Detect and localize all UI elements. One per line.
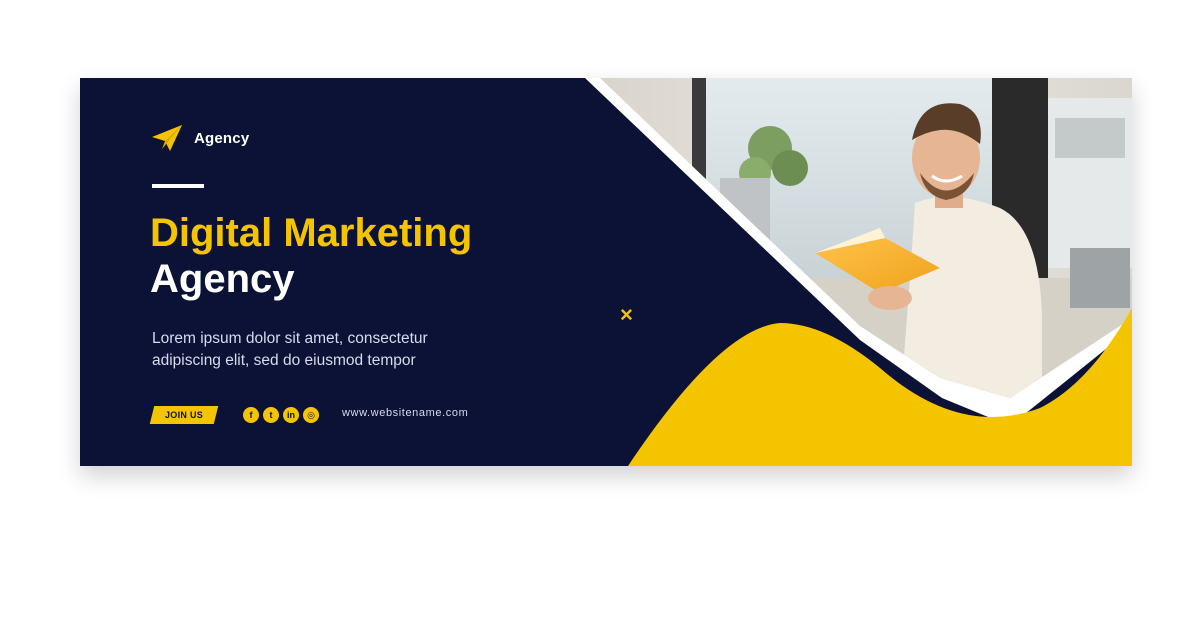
description: Lorem ipsum dolor sit amet, consectetur … xyxy=(152,328,512,372)
join-us-label: JOIN US xyxy=(164,410,204,420)
paper-plane-icon xyxy=(150,123,184,153)
headline-line-2: Agency xyxy=(150,257,295,301)
brand-name: Agency xyxy=(194,129,250,147)
twitter-icon[interactable]: t xyxy=(263,407,279,423)
linkedin-icon[interactable]: in xyxy=(283,407,299,423)
social-links: f t in ◎ xyxy=(243,407,319,423)
join-us-button[interactable]: JOIN US xyxy=(149,406,219,424)
page: Agency Digital Marketing Agency Lorem ip… xyxy=(0,0,1200,620)
website-url[interactable]: www.websitename.com xyxy=(342,407,468,419)
x-decoration-icon: × xyxy=(620,302,633,327)
marketing-banner: Agency Digital Marketing Agency Lorem ip… xyxy=(80,78,1132,466)
divider-line xyxy=(152,184,204,188)
description-line-2: adipiscing elit, sed do eiusmod tempor xyxy=(152,352,416,369)
brand-logo[interactable]: Agency xyxy=(150,123,249,153)
headline: Digital Marketing Agency xyxy=(150,210,472,302)
instagram-icon[interactable]: ◎ xyxy=(303,407,319,423)
description-line-1: Lorem ipsum dolor sit amet, consectetur xyxy=(152,330,428,347)
facebook-icon[interactable]: f xyxy=(243,407,259,423)
headline-line-1: Digital Marketing xyxy=(150,211,473,255)
